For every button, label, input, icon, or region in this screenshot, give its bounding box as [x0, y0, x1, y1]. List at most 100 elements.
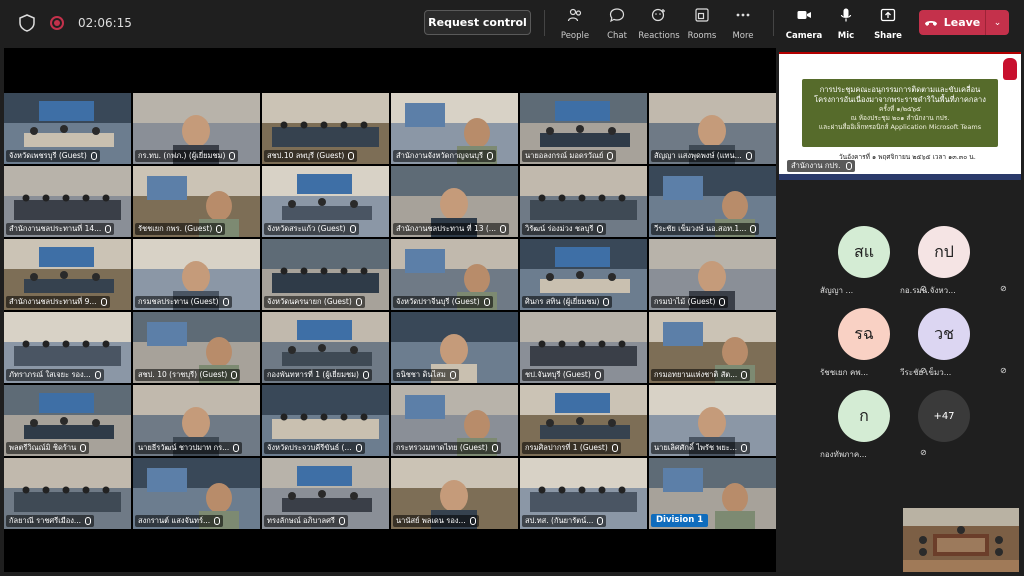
mic-icon — [233, 444, 240, 452]
shared-screen-tile[interactable]: การประชุมคณะอนุกรรมการติดตามและขับเคลื่อ… — [779, 52, 1021, 180]
participant-video-tile[interactable]: กรมศิลปากรที่ 1 (Guest) — [520, 385, 647, 456]
participant-name-label: นานัสย์ พลเดน รอง... — [393, 515, 479, 527]
participant-video-tile[interactable]: กรมป่าไม้ (Guest) — [649, 239, 776, 310]
video-gallery: จังหวัดเพชรบุรี (Guest) กร.ทบ. (กฟภ.) (ผู… — [4, 93, 776, 529]
people-button[interactable]: People — [553, 7, 597, 41]
slide-date: วันอังคารที่ ๑ พฤศจิกายน ๒๕๖๕ เวลา ๑๓.๓๐… — [839, 153, 976, 161]
mic-icon — [80, 444, 87, 452]
meeting-timer: 02:06:15 — [78, 16, 132, 30]
participant-name-label: กรมป่าไม้ (Guest) — [651, 296, 729, 308]
participant-video-tile[interactable]: สำนักงานชลประทานที่ 9... — [4, 239, 131, 310]
participant-video-tile[interactable]: สัญญา แสงพุดพงษ์ (แทน... — [649, 93, 776, 164]
participant-video-tile[interactable]: นานัสย์ พลเดน รอง... — [391, 458, 518, 529]
avatar-name: กองทัพภาค... — [820, 450, 867, 459]
mic-icon — [483, 298, 490, 306]
participant-avatar[interactable]: วช วีระชัย เข็มว... ⊘ — [900, 308, 1007, 388]
slide-line: และผ่านสื่ออิเล็กทรอนิกส์ Application Mi… — [818, 123, 982, 131]
self-view-video[interactable] — [903, 508, 1019, 572]
mic-muted-icon: ⊘ — [1000, 366, 1007, 375]
participant-video-tile[interactable]: สชป. 10 (ราชบุรี) (Guest) — [133, 312, 260, 383]
mic-icon — [90, 152, 97, 160]
slide-line: การประชุมคณะอนุกรรมการติดตามและขับเคลื่อ… — [819, 85, 981, 94]
participant-video-tile[interactable]: นายเลิศศักดิ์ ไพรัช พยะ... — [649, 385, 776, 456]
participant-avatar[interactable]: กป กอ.รมน.จังหว... ⊘ — [900, 226, 1007, 306]
participant-video-tile[interactable]: รัชชเยก กพร. (Guest) — [133, 166, 260, 237]
reactions-button[interactable]: Reactions — [637, 7, 681, 41]
participant-video-tile[interactable]: จังหวัดปราจีนบุรี (Guest) — [391, 239, 518, 310]
participant-name-label: กองพันทหารที่ 1 (ผู้เยี่ยมชม) — [264, 369, 372, 381]
participant-video-tile[interactable]: กรมอทยานแห่งชาติ สัต... — [649, 312, 776, 383]
people-icon — [567, 8, 582, 22]
participant-video-tile[interactable]: สำนักงานชลประทานที่ 14... — [4, 166, 131, 237]
participant-name-label: จังหวัดเพชรบุรี (Guest) — [6, 150, 100, 162]
camera-button[interactable]: Camera — [782, 7, 826, 41]
mic-icon — [845, 162, 852, 170]
slide-title-box: การประชุมคณะอนุกรรมการติดตามและขับเคลื่อ… — [802, 79, 998, 147]
participant-video-tile[interactable]: ภัทราภรณ์ ใสเจยะ รอง... — [4, 312, 131, 383]
participant-video-tile[interactable]: กองพันทหารที่ 1 (ผู้เยี่ยมชม) — [262, 312, 389, 383]
more-participants-button[interactable]: +47 — [914, 390, 974, 470]
participant-name-label: สำนักงานจังหวัดกาญจนบุรี — [393, 150, 496, 162]
more-label: More — [732, 31, 754, 41]
participant-video-tile[interactable]: ธนิชชา ดินไสม — [391, 312, 518, 383]
chat-icon — [609, 8, 625, 23]
mic-icon — [449, 371, 456, 379]
participant-video-tile[interactable]: กร.ทบ. (กฟภ.) (ผู้เยี่ยมชม) — [133, 93, 260, 164]
mic-button[interactable]: Mic — [824, 7, 868, 41]
participant-video-tile[interactable]: สป.ทส. (กันยารัตน์... — [520, 458, 647, 529]
participant-video-tile[interactable]: จังหวัดประจวบคีรีขันธ์ (... — [262, 385, 389, 456]
participant-video-tile[interactable]: สชป.10 ลพบุรี (Guest) — [262, 93, 389, 164]
participant-video-tile[interactable]: วิรัฒน์ ร่องม่วง ชลบุรี — [520, 166, 647, 237]
participant-name-label: วีระชัย เข็มวงษ์ นอ.สอท.1... — [651, 223, 760, 235]
participant-video-tile[interactable]: กระทรวงมหาดไทย (Guest) — [391, 385, 518, 456]
participant-video-tile[interactable]: กรมชลประทาน (Guest) — [133, 239, 260, 310]
toolbar-divider — [773, 10, 774, 36]
participant-video-tile[interactable]: จังหวัดสระแก้ว (Guest) — [262, 166, 389, 237]
participant-video-tile[interactable]: วีระชัย เข็มวงษ์ นอ.สอท.1... — [649, 166, 776, 237]
mic-icon — [362, 371, 369, 379]
emblem-icon — [1003, 58, 1017, 80]
participant-video-tile[interactable]: ทรงลักษณ์ อภิบาลศรี — [262, 458, 389, 529]
participant-avatar[interactable]: กกองทัพภาค... ⊘ — [820, 390, 927, 470]
request-control-button[interactable]: Request control — [424, 10, 531, 35]
self-view-scene — [903, 508, 1019, 572]
participant-video-tile[interactable]: กัลยาณี ราชศรีเมือง... — [4, 458, 131, 529]
participant-video-tile[interactable]: สงกรานต์ แสงจันทร์... — [133, 458, 260, 529]
leave-button[interactable]: Leave — [919, 10, 985, 35]
participant-name-label: ทรงลักษณ์ อภิบาลศรี — [264, 515, 348, 527]
participant-avatar[interactable]: สแ สัญญา ... ⊘ — [820, 226, 927, 306]
mic-icon — [105, 225, 112, 233]
teams-meeting-window: 02:06:15 Request control People Chat Rea… — [0, 0, 1024, 576]
participant-video-tile[interactable]: พลตรีวิณณ์มิ ชิดร้าน — [4, 385, 131, 456]
shared-slide-top-border — [779, 52, 1021, 54]
participant-video-tile[interactable]: สำนักงานชลประทาน ที่ 13 (... — [391, 166, 518, 237]
participant-video-tile[interactable]: สำนักงานจังหวัดกาญจนบุรี — [391, 93, 518, 164]
participant-name-label: กระทรวงมหาดไทย (Guest) — [393, 442, 501, 454]
participant-video-tile[interactable]: จังหวัดนครนายก (Guest) — [262, 239, 389, 310]
participant-name-label: กรมศิลปากรที่ 1 (Guest) — [522, 442, 621, 454]
participant-video-tile[interactable]: ชป.จันทบุรี (Guest) — [520, 312, 647, 383]
more-button[interactable]: More — [721, 7, 765, 41]
share-button[interactable]: Share — [866, 7, 910, 41]
participant-name-label: รัชชเยก กพร. (Guest) — [135, 223, 226, 235]
mic-icon — [100, 298, 107, 306]
avatar-name: รัชชเยก คพ... — [820, 368, 869, 377]
presenter-name: สำนักงาน กปร. — [787, 160, 855, 172]
participant-name-label: จังหวัดนครนายก (Guest) — [264, 296, 365, 308]
meeting-toolbar: 02:06:15 Request control People Chat Rea… — [0, 0, 1024, 46]
participant-video-tile[interactable]: นายธีรวัฒน์ ชาวปมาท กร... — [133, 385, 260, 456]
participant-video-tile[interactable]: จังหวัดเพชรบุรี (Guest) — [4, 93, 131, 164]
chat-button[interactable]: Chat — [595, 7, 639, 41]
participant-video-tile[interactable]: ศินกร สทิน (ผู้เยี่ยมชม) — [520, 239, 647, 310]
rooms-button[interactable]: Rooms — [680, 7, 724, 41]
participant-name-label: สำนักงานชลประทาน ที่ 13 (... — [393, 223, 509, 235]
mic-icon — [594, 371, 601, 379]
participant-avatar[interactable]: รฉ รัชชเยก คพ... ⊘ — [820, 308, 927, 388]
mic-icon — [348, 152, 355, 160]
mic-icon — [745, 152, 752, 160]
participant-video-tile[interactable]: กอ.รมน.จังหวัด ป.จ...Division 1 — [649, 458, 776, 529]
participant-video-tile[interactable]: นายอลงกรณ์ มอดรวัณย์ — [520, 93, 647, 164]
mic-icon — [355, 298, 362, 306]
participant-name-label: วิรัฒน์ ร่องม่วง ชลบุรี — [522, 223, 607, 235]
leave-options-chevron-down-icon[interactable]: ⌄ — [986, 18, 1009, 28]
